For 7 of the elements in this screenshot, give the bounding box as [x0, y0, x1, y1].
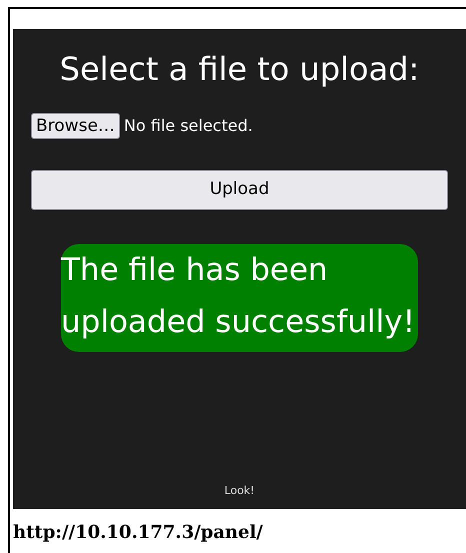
look-link[interactable]: Look!	[224, 482, 255, 499]
file-status: No file selected.	[124, 115, 253, 137]
success-message: The file has been uploaded successfully!	[61, 244, 418, 352]
browse-button[interactable]: Browse…	[31, 113, 120, 139]
page-heading: Select a file to upload:	[58, 49, 420, 89]
upload-button[interactable]: Upload	[31, 170, 448, 210]
page-url: http://10.10.177.3/panel/	[13, 521, 264, 545]
